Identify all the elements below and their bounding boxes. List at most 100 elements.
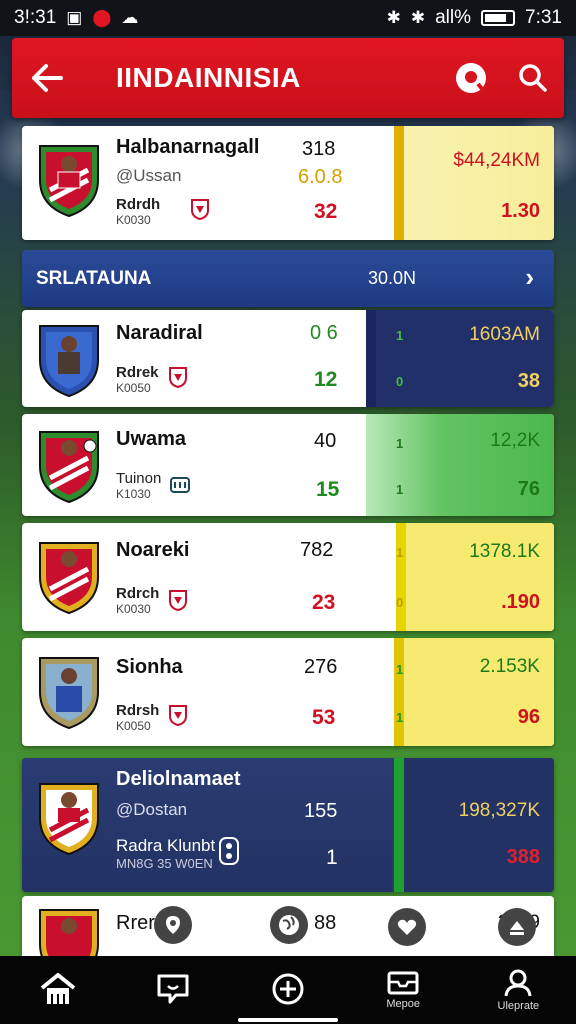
status-bar: 3!:31 ▣ ⬤ ☁ ✱ ✱ all% 7:31 — [0, 0, 576, 36]
club-badge-icon — [169, 590, 187, 611]
club-name: Radra Klunbt — [116, 836, 216, 855]
player-card[interactable]: Naradiral Rdrek K0050 0 6 12 1 0 1603AM 3… — [22, 310, 554, 407]
rating-value: 1.30 — [501, 200, 540, 222]
player-name: Halbanarnagall — [116, 136, 260, 158]
search-icon — [519, 64, 547, 92]
bluetooth-icon: ✱ — [386, 8, 401, 27]
trend-marker: 1 — [396, 545, 404, 560]
favorite-fab[interactable] — [388, 908, 426, 946]
account-button[interactable] — [440, 38, 502, 118]
globe-fab[interactable] — [270, 906, 308, 944]
player-club: Radra Klunbt MN8G 35 W0EN — [116, 836, 215, 871]
stat-value: 276 — [304, 656, 338, 678]
stat-value: 318 — [302, 138, 336, 160]
rating-value: 96 — [517, 706, 540, 728]
section-title: SRLATAUNA — [36, 268, 152, 289]
section-value: 30.0N — [368, 268, 417, 288]
more-fab[interactable] — [498, 908, 536, 946]
nav-home[interactable] — [8, 956, 108, 1024]
player-name: Naradiral — [116, 322, 203, 344]
player-name: Deliolnamaet — [116, 768, 241, 790]
club-badge-icon — [219, 837, 239, 865]
stat-value: 155 — [304, 800, 338, 822]
market-value: 2.153K — [479, 656, 540, 677]
trend-marker: 1 — [396, 710, 404, 725]
cloud-icon: ☁ — [121, 8, 139, 27]
player-card[interactable]: Halbanarnagall @Ussan Rdrdh K0030 318 6.0… — [22, 126, 554, 240]
player-club: Rdrdh K0030 — [116, 196, 160, 227]
account-icon — [456, 63, 486, 93]
globe-icon — [279, 915, 299, 935]
trend-marker: 0 — [396, 595, 404, 610]
player-sub: @Ussan — [116, 166, 182, 185]
trend-marker: 1 — [396, 482, 404, 497]
chat-icon — [157, 974, 189, 1004]
nav-messages[interactable] — [123, 956, 223, 1024]
stat-score: 23 — [312, 591, 336, 614]
search-button[interactable] — [502, 38, 564, 118]
market-value: 1603AM — [469, 324, 540, 345]
market-value: 12,2K — [490, 430, 540, 451]
bottom-navigation: Mepoe Uleprate — [0, 956, 576, 1024]
status-time-right: 7:31 — [525, 7, 562, 28]
player-card[interactable]: Uwama Tuinon K1030 40 15 1 1 12,2K 76 — [22, 414, 554, 516]
rating-value: 76 — [517, 478, 540, 500]
page-title: IINDAINNISIA — [116, 62, 301, 93]
inbox-icon — [387, 971, 419, 995]
team-crest-icon — [39, 145, 99, 218]
location-pin-icon — [166, 916, 180, 934]
club-code: K1030 — [116, 487, 151, 501]
bluetooth-icon-2: ✱ — [410, 8, 426, 27]
team-crest-icon — [39, 783, 99, 856]
nav-media-label: Mepoe — [386, 998, 420, 1010]
status-left: 3!:31 ▣ ⬤ ☁ — [14, 7, 138, 29]
club-code: MN8G 35 W0EN — [116, 856, 213, 871]
user-icon — [504, 969, 532, 997]
club-name: Rdrdh — [116, 196, 161, 213]
trend-marker: 1 — [396, 328, 404, 343]
player-club: Rdrch K0030 — [116, 585, 159, 616]
club-code: K0030 — [116, 213, 151, 227]
home-indicator — [238, 1018, 338, 1022]
stat-score: 15 — [316, 478, 340, 501]
trend-marker: 1 — [396, 662, 404, 677]
back-arrow-icon — [32, 64, 63, 92]
player-name: Sionha — [116, 656, 183, 678]
player-club: Rdrsh K0050 — [116, 702, 159, 733]
home-icon — [40, 973, 75, 1004]
market-value: 1378.1K — [469, 541, 540, 562]
market-value: 198,327K — [458, 800, 540, 821]
eject-icon — [510, 921, 524, 935]
club-badge-icon — [170, 477, 190, 493]
chevron-right-icon: › — [525, 262, 534, 292]
nav-add[interactable] — [238, 956, 338, 1024]
nav-profile-label: Uleprate — [497, 1000, 540, 1012]
nav-media[interactable]: Mepoe — [353, 956, 453, 1024]
back-button[interactable] — [12, 38, 82, 118]
player-club: Tuinon K1030 — [116, 470, 161, 501]
player-card[interactable]: Noareki Rdrch K0030 782 23 1 0 1378.1K .1… — [22, 523, 554, 631]
stat-score: 32 — [314, 200, 338, 223]
stat-score: 12 — [314, 368, 338, 391]
team-crest-icon — [39, 542, 99, 615]
rating-value: .190 — [501, 591, 540, 613]
club-name: Tuinon — [116, 470, 162, 487]
notification-icon: ▣ — [66, 8, 83, 27]
stat-value-secondary: 6.0.8 — [298, 166, 343, 188]
stat-value: 40 — [314, 430, 337, 452]
battery-icon — [481, 10, 516, 26]
nav-profile[interactable]: Uleprate — [468, 956, 568, 1024]
signal-text: all% — [435, 7, 472, 28]
club-code: K0050 — [116, 719, 151, 733]
heart-icon — [397, 919, 417, 935]
player-club: Rdrek K0050 — [116, 364, 159, 395]
club-name: Rdrsh — [116, 702, 160, 719]
app-notification-icon: ⬤ — [92, 8, 112, 27]
player-card-featured[interactable]: Deliolnamaet @Dostan Radra Klunbt MN8G 35… — [22, 758, 554, 892]
market-value: $44,24KM — [453, 150, 540, 171]
section-banner[interactable]: SRLATAUNA 30.0N › — [22, 250, 554, 307]
rating-value: 38 — [517, 370, 540, 392]
club-badge-icon — [191, 199, 209, 220]
location-fab[interactable] — [154, 906, 192, 944]
player-card[interactable]: Sionha Rdrsh K0050 276 53 1 1 2.153K 96 — [22, 638, 554, 746]
